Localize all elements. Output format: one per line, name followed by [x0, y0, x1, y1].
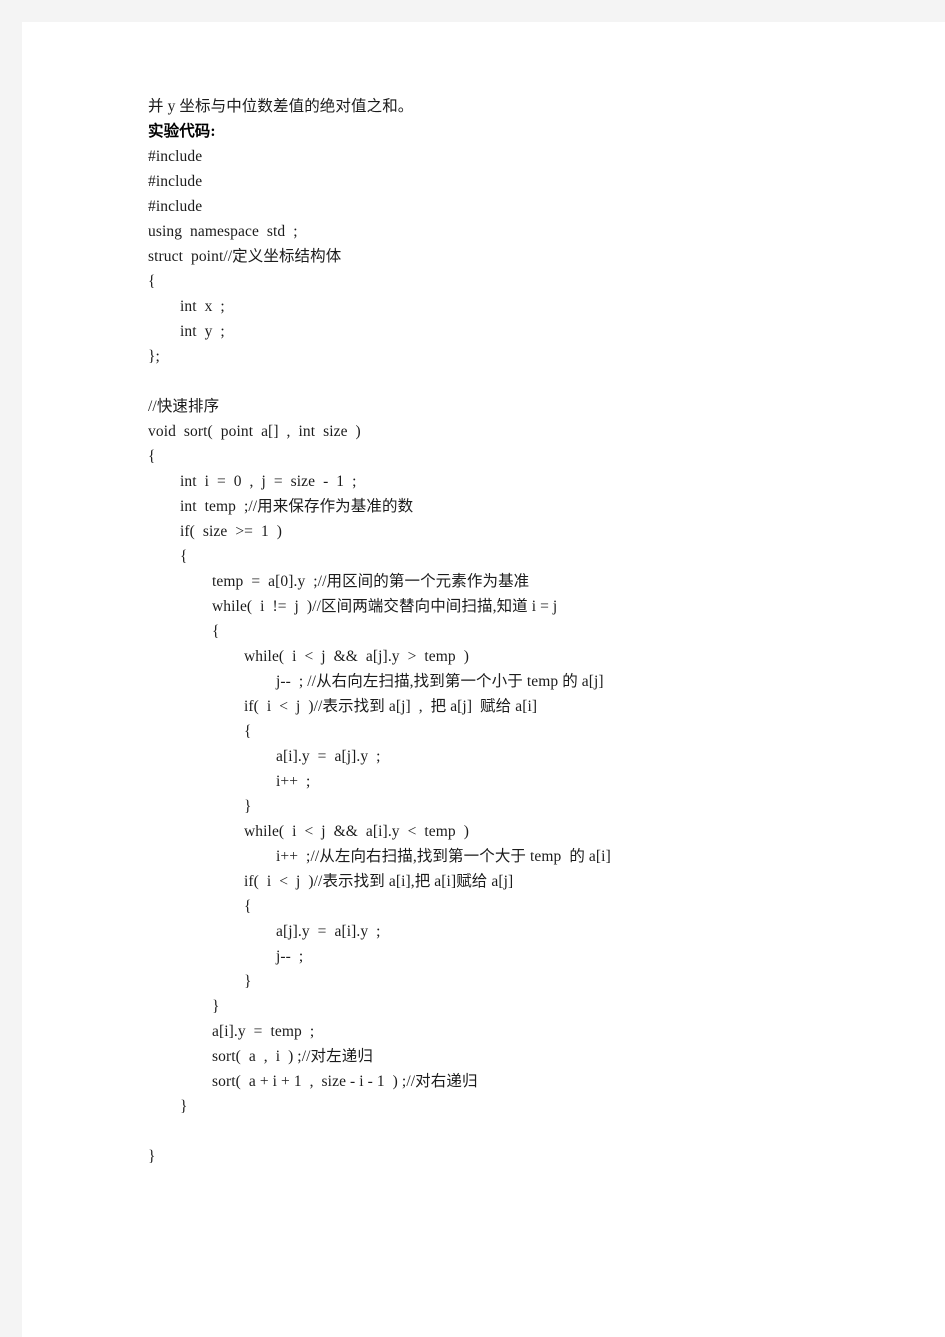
code-line: #include — [148, 198, 203, 215]
code-line: { — [148, 273, 156, 290]
code-line: if( size >= 1 ) — [180, 523, 283, 540]
code-line: a[i].y = temp ; — [212, 1023, 315, 1040]
code-line: } — [180, 1098, 188, 1115]
intro-paragraph: 并 y 坐标与中位数差值的绝对值之和。 — [148, 98, 414, 115]
code-line: } — [212, 998, 220, 1015]
code-line: //快速排序 — [148, 398, 220, 415]
code-line: temp = a[0].y ;//用区间的第一个元素作为基准 — [212, 573, 530, 590]
code-line: } — [148, 1148, 156, 1165]
code-line: if( i < j )//表示找到 a[j] , 把 a[j] 赋给 a[i] — [244, 698, 538, 715]
code-line: i++ ; — [276, 773, 311, 790]
code-line: while( i < j && a[j].y > temp ) — [244, 648, 469, 665]
code-line: #include — [148, 148, 203, 165]
code-line: struct point//定义坐标结构体 — [148, 248, 342, 265]
code-listing: #include #include #include using namespace … — [148, 144, 888, 1169]
code-line: i++ ;//从左向右扫描,找到第一个大于 temp 的 a[i] — [276, 848, 611, 865]
code-line: j-- ; — [276, 948, 304, 965]
code-line: sort( a + i + 1 , size - i - 1 ) ;//对右递归 — [212, 1073, 478, 1090]
code-line: if( i < j )//表示找到 a[i],把 a[i]赋给 a[j] — [244, 873, 514, 890]
document-page: 并 y 坐标与中位数差值的绝对值之和。 实验代码: #include #inclu… — [22, 22, 945, 1337]
code-line: #include — [148, 173, 203, 190]
code-line: int y ; — [180, 323, 225, 340]
code-line: using namespace std ; — [148, 223, 298, 240]
code-line: { — [212, 623, 220, 640]
code-line: } — [244, 798, 252, 815]
code-line: while( i != j )//区间两端交替向中间扫描,知道 i = j — [212, 598, 558, 615]
code-line: a[i].y = a[j].y ; — [276, 748, 381, 765]
code-line: } — [244, 973, 252, 990]
document-text-body: 并 y 坐标与中位数差值的绝对值之和。 实验代码: #include #inclu… — [148, 94, 888, 1169]
code-line: { — [148, 448, 156, 465]
code-line: j-- ; //从右向左扫描,找到第一个小于 temp 的 a[j] — [276, 673, 604, 690]
section-heading: 实验代码: — [148, 123, 216, 140]
code-line: { — [180, 548, 188, 565]
code-line: int i = 0 , j = size - 1 ; — [180, 473, 357, 490]
code-line: void sort( point a[] , int size ) — [148, 423, 361, 440]
code-line: a[j].y = a[i].y ; — [276, 923, 381, 940]
code-line: int temp ;//用来保存作为基准的数 — [180, 498, 414, 515]
code-line: { — [244, 723, 252, 740]
code-line: }; — [148, 348, 160, 365]
code-line: int x ; — [180, 298, 225, 315]
code-line: sort( a , i ) ;//对左递归 — [212, 1048, 373, 1065]
code-line: { — [244, 898, 252, 915]
code-line: while( i < j && a[i].y < temp ) — [244, 823, 469, 840]
